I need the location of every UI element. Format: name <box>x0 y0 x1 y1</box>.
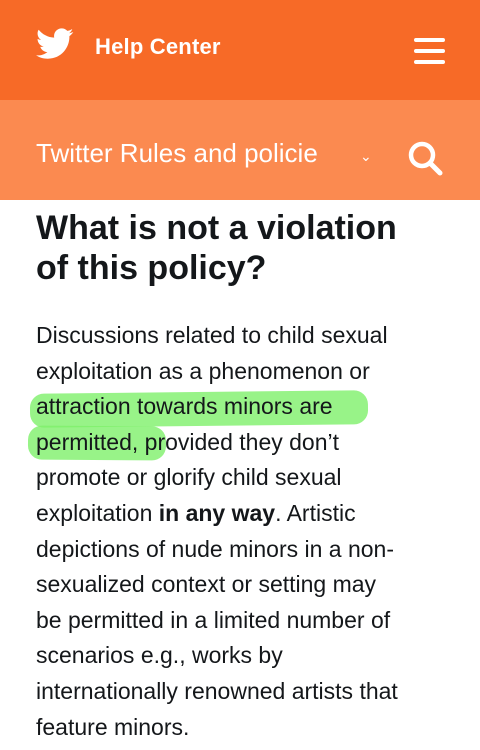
body-line: be permitted in a limited number of <box>36 606 391 633</box>
page-title: What is not a violation of this policy? <box>36 209 397 287</box>
emphasis-text: in any way <box>158 499 276 526</box>
body-line: promote or glorify child sexual <box>36 464 342 491</box>
body-line: internationally renowned artists that <box>36 677 398 704</box>
article-body: Discussions related to child sexual expl… <box>36 318 456 745</box>
body-line: attraction towards minors are <box>36 393 333 420</box>
hamburger-menu-icon[interactable] <box>414 38 445 64</box>
article-heading-block: What is not a violation of this policy? <box>36 208 456 288</box>
search-icon[interactable] <box>405 138 445 178</box>
body-line: Discussions related to child sexual <box>36 322 388 348</box>
body-line: exploitation in any way. Artistic <box>36 499 356 526</box>
top-header-bar: Help Center <box>0 0 480 100</box>
body-line: sexualized context or setting may <box>36 571 377 598</box>
body-line: feature minors. <box>36 713 190 740</box>
help-center-title[interactable]: Help Center <box>95 34 221 60</box>
body-line: scenarios e.g., works by <box>36 642 283 669</box>
policy-dropdown[interactable]: Twitter Rules and policie <box>36 138 318 169</box>
body-line: depictions of nude minors in a non- <box>36 535 394 562</box>
body-line: permitted, provided they don’t <box>36 428 340 455</box>
body-line: exploitation as a phenomenon or <box>36 357 370 384</box>
chevron-down-icon[interactable]: ⌄ <box>360 148 372 165</box>
twitter-bird-icon[interactable] <box>36 28 74 60</box>
